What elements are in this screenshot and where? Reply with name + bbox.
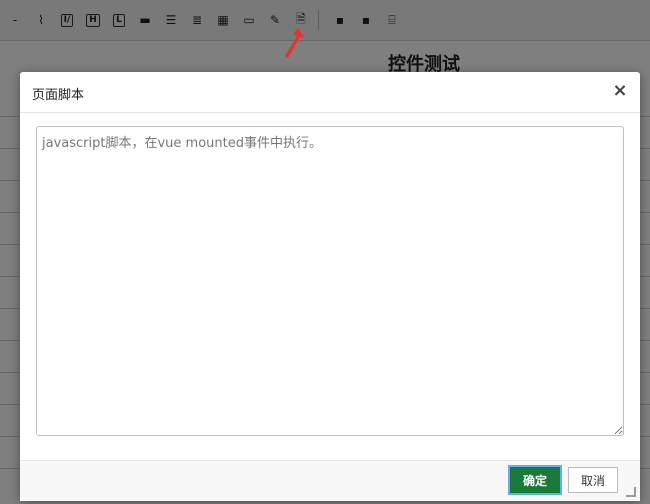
pointer-arrow-icon	[285, 28, 304, 58]
dialog-title: 页面脚本	[32, 88, 85, 103]
close-icon[interactable]: ×	[610, 81, 630, 101]
dialog-body	[36, 126, 624, 438]
dialog-footer: 确定 取消	[20, 460, 640, 501]
script-textarea[interactable]	[36, 126, 624, 436]
page-script-dialog: 页面脚本 × 确定 取消	[20, 72, 640, 501]
cancel-button[interactable]: 取消	[568, 467, 618, 493]
dialog-header: 页面脚本 ×	[20, 72, 640, 113]
resize-grip-icon[interactable]	[626, 487, 636, 497]
ok-button[interactable]: 确定	[510, 467, 560, 493]
